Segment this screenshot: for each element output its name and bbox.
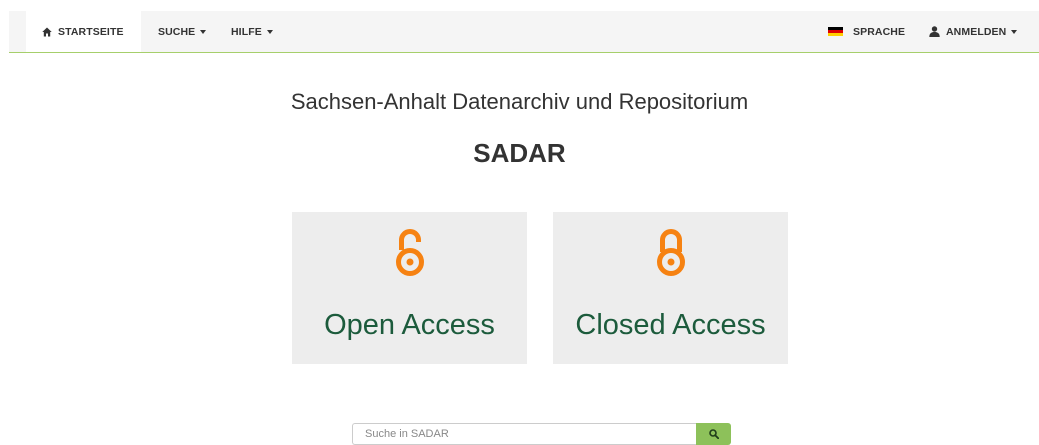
top-navbar: STARTSEITE SUCHE HILFE SPRACHE ANMELDEN (9, 11, 1039, 53)
nav-login-label: ANMELDEN (946, 25, 1007, 38)
nav-search-label: SUCHE (158, 25, 196, 38)
chevron-down-icon (266, 30, 273, 34)
nav-home-label: STARTSEITE (58, 25, 124, 38)
open-lock-icon (395, 229, 424, 276)
search-input[interactable] (352, 423, 696, 445)
search-icon (708, 429, 719, 439)
page-subtitle: Sachsen-Anhalt Datenarchiv und Repositor… (290, 89, 749, 114)
home-icon (42, 27, 52, 36)
nav-help-dropdown[interactable]: HILFE (231, 11, 273, 52)
nav-language-button[interactable]: SPRACHE (828, 11, 905, 52)
nav-search-dropdown[interactable]: SUCHE (158, 11, 207, 52)
closed-lock-icon (656, 229, 685, 276)
nav-home[interactable]: STARTSEITE (26, 11, 141, 52)
search-button[interactable] (696, 423, 731, 445)
page-title: SADAR (473, 138, 566, 168)
german-flag-icon (828, 27, 843, 36)
nav-language-label: SPRACHE (853, 25, 906, 38)
open-access-card[interactable]: Open Access (292, 212, 527, 364)
nav-help-label: HILFE (231, 25, 262, 38)
search-bar (352, 423, 731, 445)
chevron-down-icon (200, 30, 207, 34)
nav-login-dropdown[interactable]: ANMELDEN (929, 11, 1018, 52)
closed-access-card[interactable]: Closed Access (553, 212, 788, 364)
open-access-label: Open Access (324, 309, 495, 341)
user-icon (929, 26, 940, 37)
chevron-down-icon (1011, 30, 1018, 34)
closed-access-label: Closed Access (575, 309, 766, 341)
